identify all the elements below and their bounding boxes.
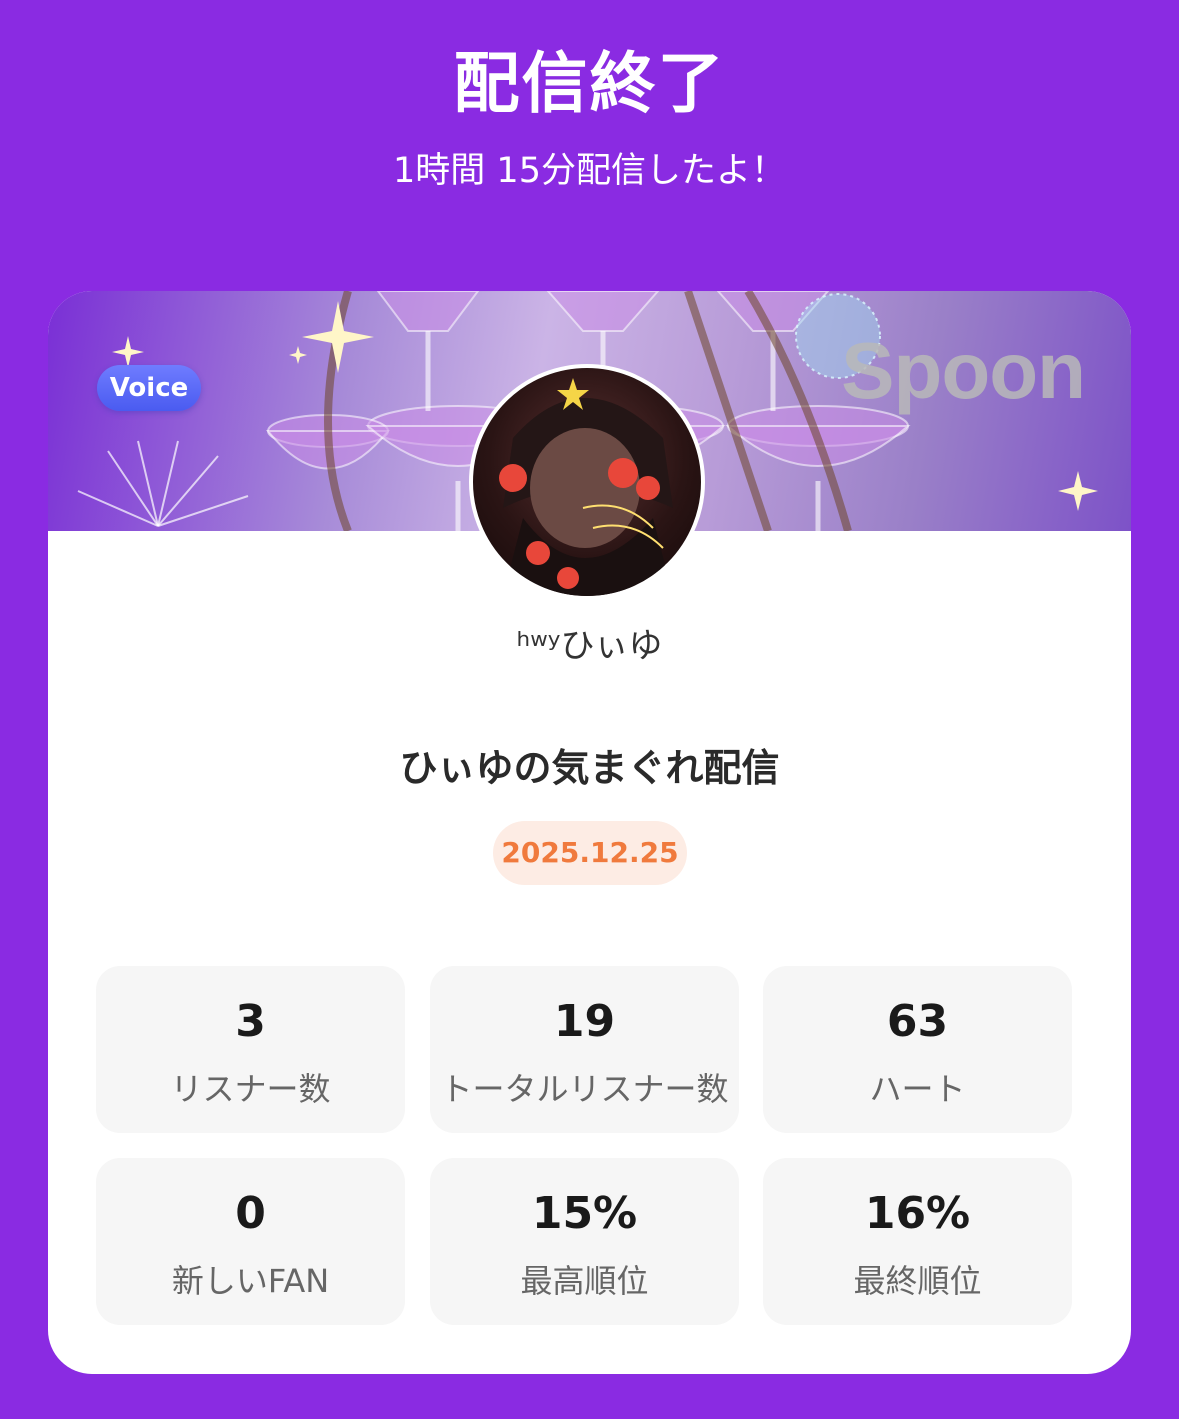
stat-hearts: 63 ハート (763, 966, 1072, 1133)
stat-label: リスナー数 (170, 1070, 331, 1108)
stream-summary-screen: 配信終了 1時間 15分配信したよ！ Voice Spoon ʰʷʸひぃゆ ひぃ… (0, 0, 1179, 1419)
stream-date-badge: 2025.12.25 (493, 821, 687, 885)
stat-value: 16% (864, 1188, 971, 1239)
spoon-logo: Spoon (841, 326, 1086, 415)
stat-new-fans: 0 新しいFAN (96, 1158, 405, 1325)
stat-label: 最終順位 (853, 1262, 982, 1300)
stat-label: 最高順位 (520, 1262, 649, 1300)
stat-value: 63 (886, 996, 949, 1047)
stream-duration-text: 1時間 15分配信したよ！ (393, 151, 786, 191)
stat-value: 19 (553, 996, 616, 1047)
stream-summary-card: Voice Spoon ʰʷʸひぃゆ ひぃゆの気まぐれ配信 2025.12.25… (48, 291, 1131, 1374)
stat-label: トータルリスナー数 (440, 1070, 729, 1108)
page-title: 配信終了 (453, 45, 726, 122)
stat-value: 15% (531, 1188, 638, 1239)
stat-label: ハート (869, 1070, 966, 1108)
voice-badge: Voice (97, 365, 201, 411)
avatar-artwork (499, 378, 673, 596)
avatar[interactable] (469, 364, 705, 600)
stat-value: 0 (235, 1188, 266, 1239)
stream-title: ひぃゆの気まぐれ配信 (399, 746, 780, 790)
stat-final-rank: 16% 最終順位 (763, 1158, 1072, 1325)
username[interactable]: ʰʷʸひぃゆ (48, 618, 1131, 667)
stat-listeners: 3 リスナー数 (96, 966, 405, 1133)
stat-label: 新しいFAN (171, 1262, 330, 1300)
stat-value: 3 (235, 996, 266, 1047)
stat-total-listeners: 19 トータルリスナー数 (430, 966, 739, 1133)
stat-highest-rank: 15% 最高順位 (430, 1158, 739, 1325)
